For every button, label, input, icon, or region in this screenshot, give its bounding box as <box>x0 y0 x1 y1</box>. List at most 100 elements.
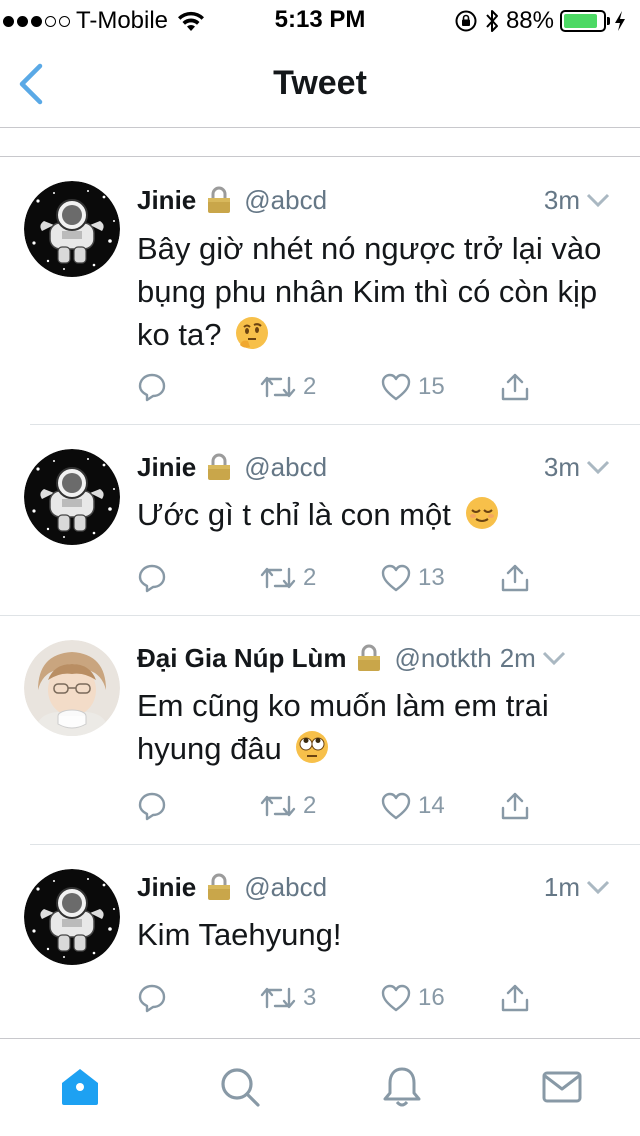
like-count: 16 <box>418 984 445 1011</box>
share-button[interactable] <box>499 558 537 598</box>
status-bar: T-Mobile 5:13 PM 88% <box>0 0 640 40</box>
avatar[interactable] <box>24 181 120 277</box>
lock-icon <box>208 186 231 213</box>
tweet-actions: 2 15 <box>137 367 557 407</box>
reply-button[interactable] <box>137 786 173 826</box>
tweet-time: 3m <box>543 184 580 215</box>
like-button[interactable]: 16 <box>380 978 445 1018</box>
tweet-time: 2m <box>499 642 536 673</box>
reply-icon <box>138 373 166 402</box>
avatar[interactable] <box>24 640 120 736</box>
user-handle[interactable]: @notkth <box>394 643 491 674</box>
share-button[interactable] <box>499 786 537 826</box>
tab-search[interactable] <box>218 1065 262 1109</box>
tweet-time: 3m <box>543 451 580 482</box>
like-count: 13 <box>418 564 445 591</box>
tweet-header: Jinie @abcd 1m <box>137 870 610 904</box>
user-handle[interactable]: @abcd <box>244 185 327 216</box>
tweet-body: Bây giờ nhét nó ngược trở lại vào bụng p… <box>137 231 602 352</box>
lock-icon <box>358 644 381 671</box>
relieved-face-icon <box>465 497 498 529</box>
like-button[interactable]: 15 <box>380 367 445 407</box>
charging-bolt-icon <box>615 11 625 31</box>
search-icon <box>221 1068 260 1107</box>
tweet-text: Ước gì t chỉ là con một <box>137 493 620 536</box>
heart-icon <box>381 373 411 401</box>
tweet[interactable]: Jinie @abcd 3m Ước gì t chỉ là con một 2 <box>0 425 640 616</box>
tweet-header: Đại Gia Núp Lùm @notkth 2m <box>137 641 610 675</box>
reply-button[interactable] <box>137 558 173 598</box>
like-count: 14 <box>418 792 445 819</box>
retweet-count: 2 <box>303 564 317 591</box>
tweet-actions: 2 13 <box>137 558 557 598</box>
retweet-button[interactable]: 2 <box>259 367 316 407</box>
like-button[interactable]: 13 <box>380 558 445 598</box>
user-handle[interactable]: @abcd <box>244 452 327 483</box>
like-button[interactable]: 14 <box>380 786 445 826</box>
lock-icon <box>208 453 231 480</box>
page-title: Tweet <box>273 64 367 102</box>
chevron-down-icon[interactable] <box>542 650 566 666</box>
tweet-body: Em cũng ko muốn làm em trai hyung đâu <box>137 688 549 766</box>
navigation-bar: Tweet <box>0 40 640 128</box>
home-icon <box>62 1069 98 1105</box>
reply-icon <box>138 792 166 821</box>
heart-icon <box>381 792 411 820</box>
tweet-header: Jinie @abcd 3m <box>137 450 610 484</box>
tweet[interactable]: Đại Gia Núp Lùm @notkth 2m Em cũng ko mu… <box>0 616 640 845</box>
lock-icon <box>208 873 231 900</box>
like-count: 15 <box>418 373 445 400</box>
tweet-body: Kim Taehyung! <box>137 917 342 952</box>
chevron-down-icon[interactable] <box>586 192 610 208</box>
tweet-time: 1m <box>543 871 580 902</box>
notifications-icon <box>383 1067 421 1107</box>
tab-home[interactable] <box>58 1065 102 1109</box>
tweet-text: Em cũng ko muốn làm em trai hyung đâu <box>137 684 620 770</box>
share-icon <box>501 373 529 401</box>
reply-icon <box>138 564 166 593</box>
bluetooth-icon <box>486 10 498 32</box>
retweet-icon <box>260 987 296 1009</box>
user-name[interactable]: Đại Gia Núp Lùm <box>137 643 346 674</box>
messages-icon <box>542 1071 582 1103</box>
user-name[interactable]: Jinie <box>137 452 196 483</box>
heart-icon <box>381 564 411 592</box>
reply-button[interactable] <box>137 978 173 1018</box>
battery-icon <box>560 10 610 32</box>
share-icon <box>501 984 529 1012</box>
retweet-icon <box>260 376 296 398</box>
status-right: 88% <box>454 6 626 36</box>
chevron-down-icon[interactable] <box>586 459 610 475</box>
chevron-down-icon[interactable] <box>586 879 610 895</box>
tweet[interactable]: Jinie @abcd 3m Bây giờ nhét nó ngược trở… <box>0 157 640 425</box>
share-icon <box>501 564 529 592</box>
tweet-actions: 2 14 <box>137 786 557 826</box>
retweet-icon <box>260 567 296 589</box>
share-button[interactable] <box>499 978 537 1018</box>
retweet-count: 2 <box>303 792 317 819</box>
user-name[interactable]: Jinie <box>137 872 196 903</box>
retweet-button[interactable]: 2 <box>259 558 316 598</box>
user-handle[interactable]: @abcd <box>244 872 327 903</box>
share-button[interactable] <box>499 367 537 407</box>
reply-icon <box>138 984 166 1013</box>
retweet-icon <box>260 795 296 817</box>
retweet-button[interactable]: 2 <box>259 786 316 826</box>
battery-level <box>564 14 598 28</box>
retweet-button[interactable]: 3 <box>259 978 316 1018</box>
tweet[interactable]: Jinie @abcd 1m Kim Taehyung! 3 16 <box>0 845 640 1038</box>
retweet-count: 3 <box>303 984 317 1011</box>
tab-bar <box>0 1038 640 1136</box>
reply-button[interactable] <box>137 367 173 407</box>
thinking-face-icon <box>236 317 269 349</box>
share-icon <box>501 792 529 820</box>
avatar[interactable] <box>24 869 120 965</box>
tweet-header: Jinie @abcd 3m <box>137 183 610 217</box>
user-name[interactable]: Jinie <box>137 185 196 216</box>
orientation-lock-icon <box>455 10 477 32</box>
tab-notifications[interactable] <box>380 1065 424 1109</box>
avatar[interactable] <box>24 449 120 545</box>
battery-percent: 88% <box>505 7 554 34</box>
rolling-eyes-face-icon <box>296 731 329 763</box>
tab-messages[interactable] <box>540 1065 584 1109</box>
